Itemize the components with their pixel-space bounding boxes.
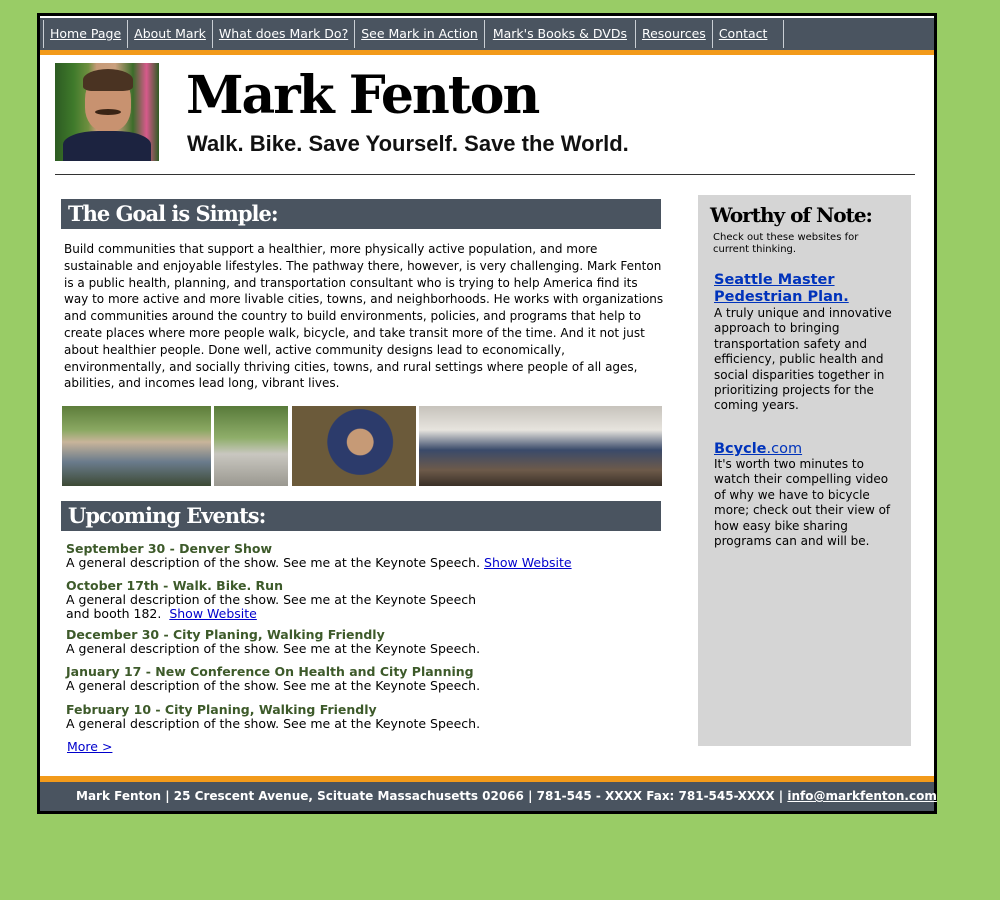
event-item: September 30 - Denver Show A general des… — [66, 542, 572, 570]
sidebar-subtitle: Check out these websites for current thi… — [713, 232, 859, 255]
bcycle-link[interactable]: Bcycle.com — [714, 441, 802, 458]
show-website-link[interactable]: Show Website — [484, 555, 572, 570]
intro-paragraph: Build communities that support a healthi… — [64, 242, 664, 391]
event-item: February 10 - City Planing, Walking Frie… — [66, 703, 480, 731]
tagline: Walk. Bike. Save Yourself. Save the Worl… — [187, 131, 629, 156]
photo-bicyclists — [214, 406, 288, 486]
event-title: December 30 - City Planing, Walking Frie… — [66, 627, 385, 642]
footer-email-link[interactable]: info@markfenton.com — [787, 789, 936, 803]
page-frame: Home Page About Mark What does Mark Do? … — [37, 13, 937, 814]
portrait-photo — [55, 63, 159, 161]
nav-item-what-does-mark-do[interactable]: What does Mark Do? — [213, 20, 356, 48]
event-description: A general description of the show. See m… — [66, 716, 481, 731]
events-heading: Upcoming Events: — [61, 501, 661, 531]
event-title: February 10 - City Planing, Walking Frie… — [66, 702, 377, 717]
photo-bus-crowd — [419, 406, 662, 486]
worthy-of-note-sidebar: Worthy of Note: Check out these websites… — [698, 195, 911, 746]
event-item: December 30 - City Planing, Walking Frie… — [66, 628, 480, 656]
event-title: September 30 - Denver Show — [66, 541, 273, 556]
footer: Mark Fenton | 25 Crescent Avenue, Scitua… — [40, 776, 937, 811]
nav-item-see-mark-in-action[interactable]: See Mark in Action — [355, 20, 485, 48]
header-divider — [55, 174, 915, 175]
bcycle-description: It's worth two minutes to watch their co… — [714, 457, 891, 549]
nav-item-books-dvds[interactable]: Mark's Books & DVDs — [485, 20, 636, 48]
top-nav: Home Page About Mark What does Mark Do? … — [40, 16, 934, 55]
footer-address: Mark Fenton | 25 Crescent Avenue, Scitua… — [76, 789, 784, 803]
nav-item-home[interactable]: Home Page — [43, 20, 129, 48]
bcycle-link-domain: .com — [766, 441, 803, 457]
event-description: A general description of the show. See m… — [66, 678, 481, 693]
goal-heading: The Goal is Simple: — [61, 199, 661, 229]
seattle-plan-description: A truly unique and innovative approach t… — [714, 306, 892, 413]
event-description: A general description of the show. See m… — [66, 592, 477, 621]
more-events-link[interactable]: More > — [67, 739, 112, 754]
photo-group-walk — [62, 406, 211, 486]
site-name: Mark Fenton — [186, 65, 540, 126]
event-item: October 17th - Walk. Bike. Run A general… — [66, 579, 496, 620]
nav-item-about[interactable]: About Mark — [128, 20, 213, 48]
event-description: A general description of the show. See m… — [66, 555, 481, 570]
nav-item-contact[interactable]: Contact — [713, 20, 785, 48]
event-description: A general description of the show. See m… — [66, 641, 481, 656]
seattle-plan-link[interactable]: Seattle Master Pedestrian Plan. — [714, 272, 864, 306]
nav-row: Home Page About Mark What does Mark Do? … — [43, 20, 785, 48]
show-website-link[interactable]: Show Website — [169, 606, 257, 621]
bcycle-link-name: Bcycle — [714, 441, 767, 457]
photo-speaker — [292, 406, 416, 486]
sidebar-title: Worthy of Note: — [710, 203, 873, 227]
nav-item-resources[interactable]: Resources — [636, 20, 713, 48]
event-title: October 17th - Walk. Bike. Run — [66, 578, 283, 593]
event-item: January 17 - New Conference On Health an… — [66, 665, 480, 693]
event-title: January 17 - New Conference On Health an… — [66, 664, 474, 679]
